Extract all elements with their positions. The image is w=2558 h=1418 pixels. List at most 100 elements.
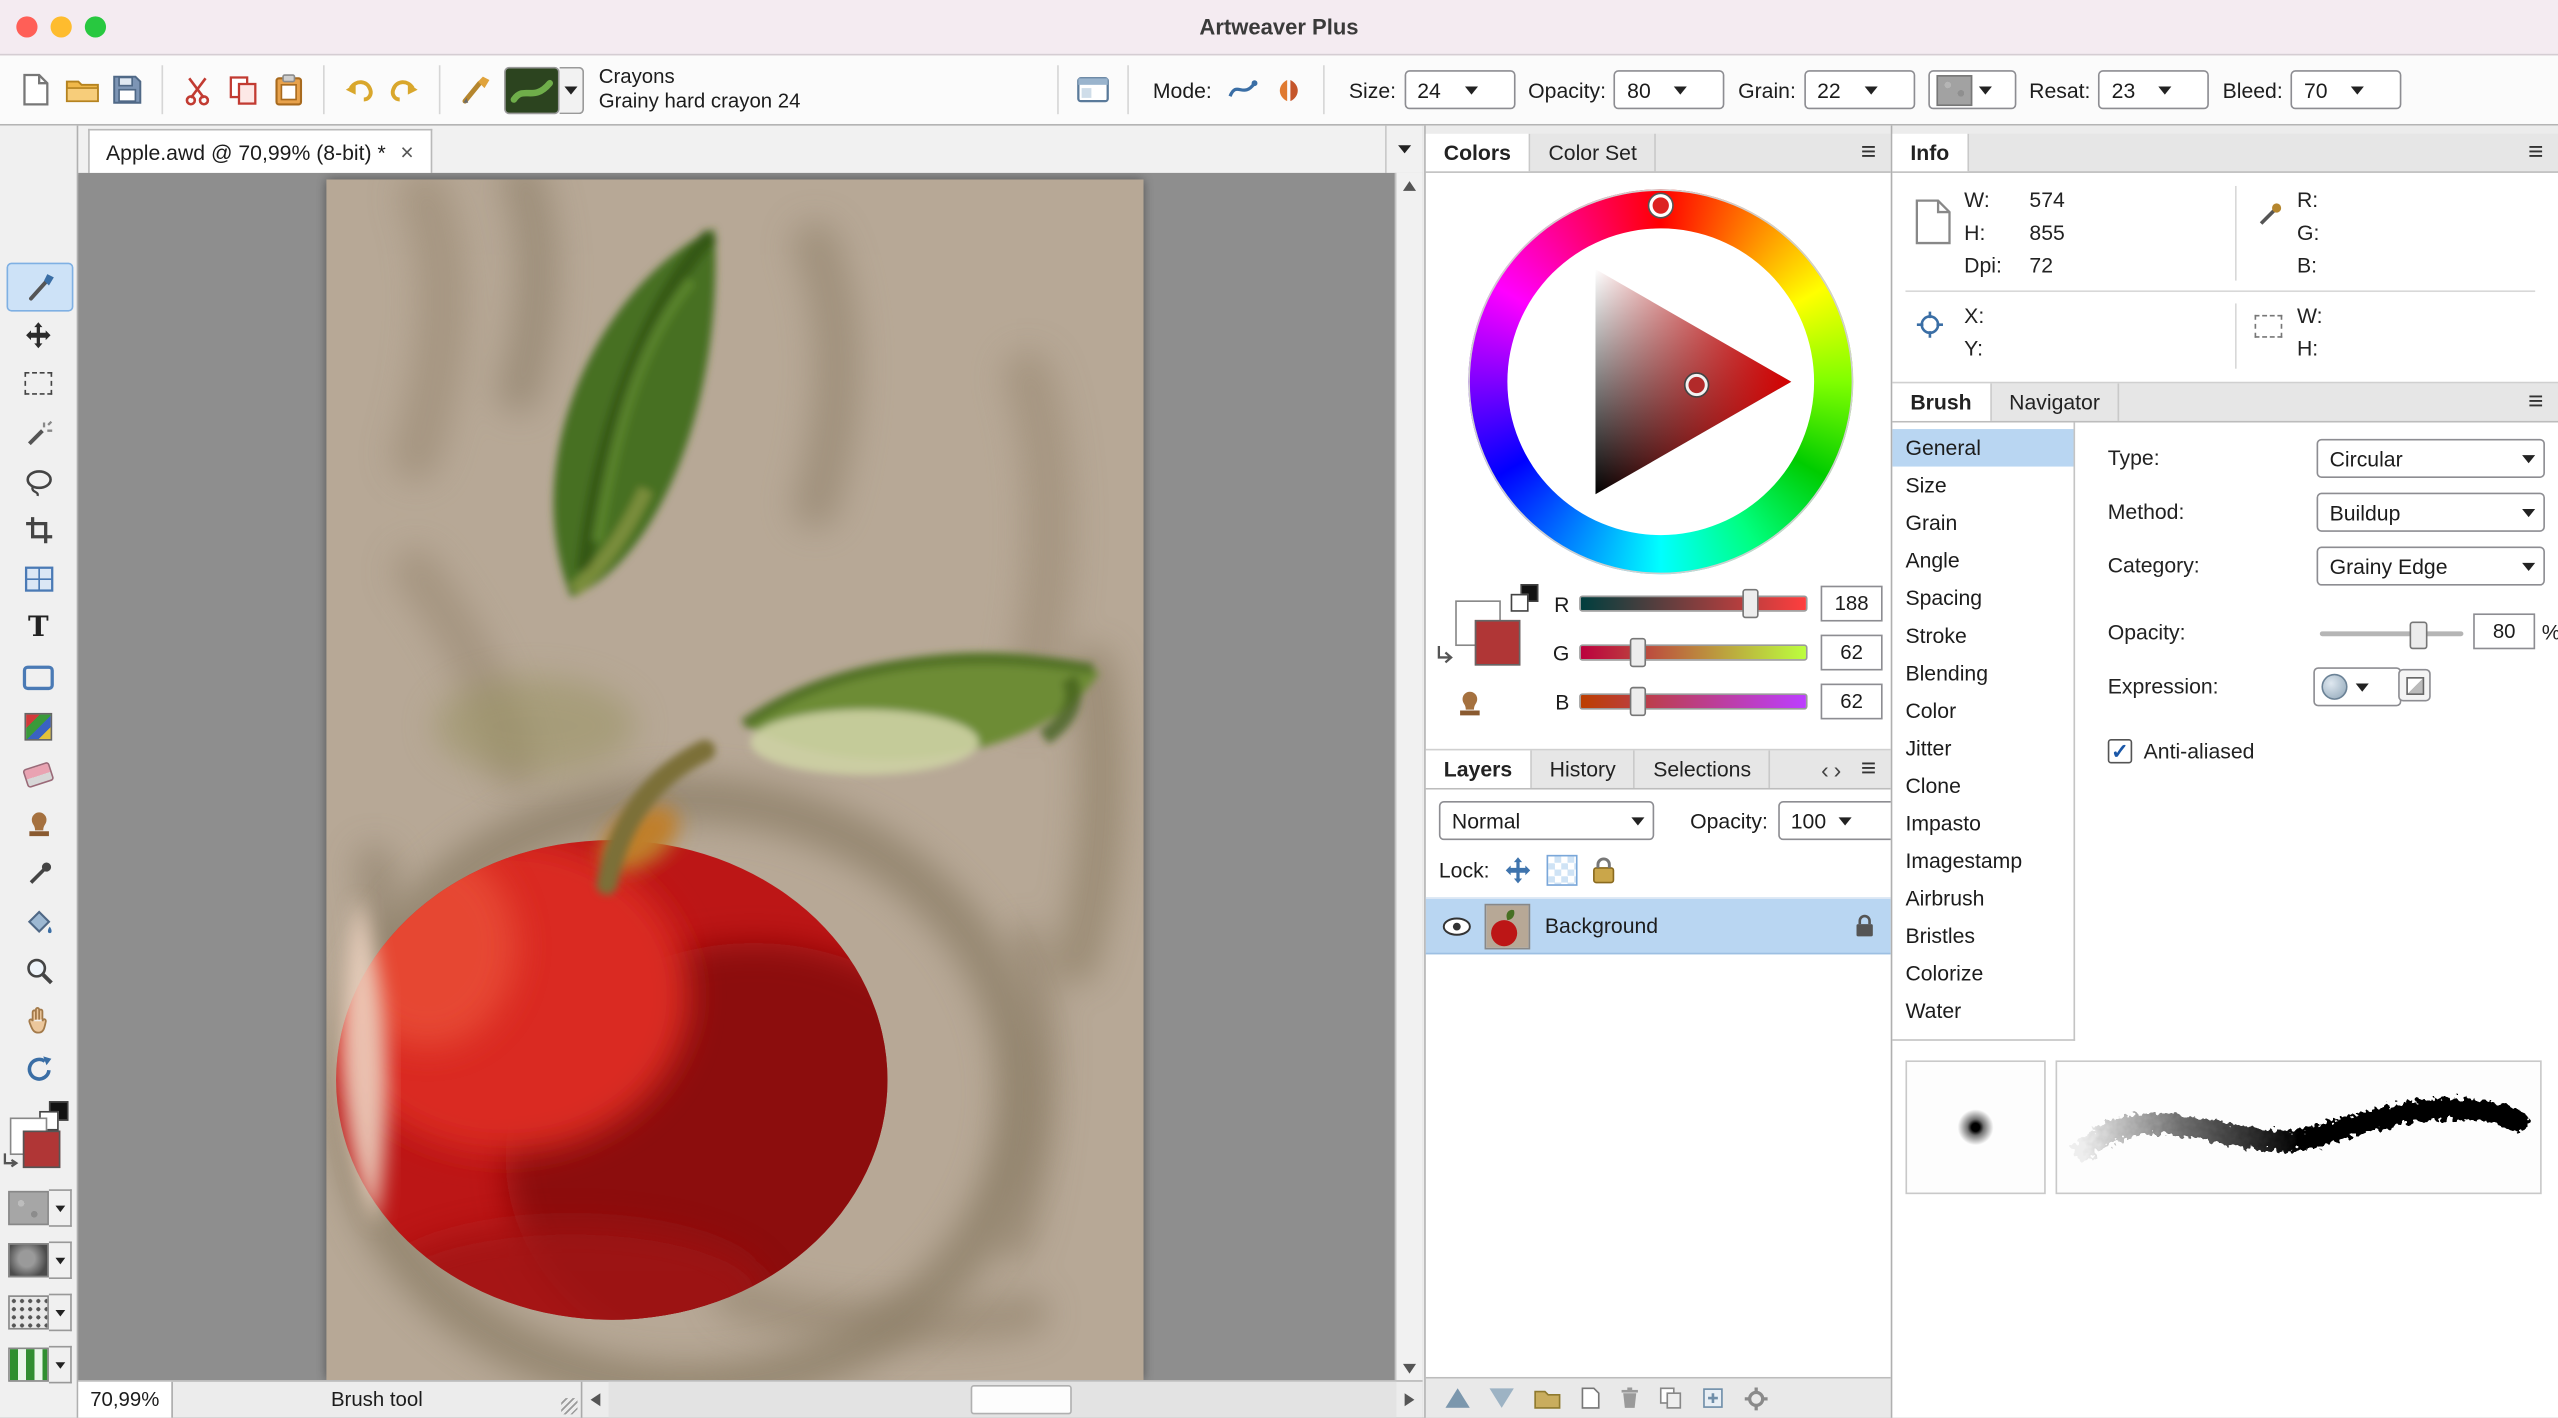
- blend-mode-combo[interactable]: Normal: [1439, 801, 1654, 840]
- brush-cat-bristles[interactable]: Bristles: [1892, 917, 2073, 955]
- scroll-right-button[interactable]: [1396, 1382, 1422, 1418]
- brush-dialog-button[interactable]: [1070, 67, 1116, 113]
- layer-settings-gear-icon[interactable]: [1744, 1386, 1768, 1410]
- magic-wand-tool[interactable]: [7, 409, 71, 455]
- eyedropper-tool[interactable]: [7, 850, 71, 896]
- stamp-icon[interactable]: [1455, 688, 1484, 717]
- tab-navigator[interactable]: Navigator: [1991, 383, 2119, 421]
- brush-cat-water[interactable]: Water: [1892, 992, 2073, 1030]
- paper-selector-chevron[interactable]: [49, 1189, 72, 1227]
- minimize-window-button[interactable]: [51, 16, 72, 37]
- brush-method-combo[interactable]: Buildup: [2317, 493, 2545, 532]
- brush-panel-menu-icon[interactable]: ≡: [2513, 383, 2558, 421]
- flow-map-selector[interactable]: [8, 1241, 72, 1279]
- green-value-box[interactable]: 62: [1821, 635, 1883, 671]
- grid-slice-tool[interactable]: [7, 556, 71, 602]
- brush-tool[interactable]: [7, 263, 74, 312]
- tab-scroll-right-icon[interactable]: ›: [1834, 756, 1842, 782]
- tab-colors[interactable]: Colors: [1426, 134, 1531, 172]
- brush-cat-imagestamp[interactable]: Imagestamp: [1892, 842, 2073, 880]
- gradient-tool[interactable]: [7, 703, 71, 749]
- brush-cat-size[interactable]: Size: [1892, 467, 2073, 505]
- anti-aliased-checkbox[interactable]: ✓: [2108, 739, 2132, 763]
- zoom-level-box[interactable]: 70,99%: [78, 1382, 173, 1418]
- grain-combo[interactable]: 22: [1804, 70, 1915, 109]
- scroll-down-button[interactable]: [1396, 1356, 1422, 1382]
- rotate-view-tool[interactable]: [7, 1046, 71, 1092]
- hue-wheel[interactable]: [1468, 189, 1853, 574]
- eraser-tool[interactable]: [7, 752, 71, 798]
- brush-cat-angle[interactable]: Angle: [1892, 542, 2073, 580]
- brush-cat-colorize[interactable]: Colorize: [1892, 954, 2073, 992]
- red-slider-thumb[interactable]: [1743, 589, 1759, 618]
- size-combo[interactable]: 24: [1404, 70, 1515, 109]
- gradient-selector[interactable]: [8, 1346, 72, 1384]
- symmetry-mode-button[interactable]: [1266, 67, 1312, 113]
- redo-button[interactable]: [382, 67, 428, 113]
- undo-button[interactable]: [336, 67, 382, 113]
- brush-cat-general[interactable]: General: [1892, 429, 2073, 467]
- maximize-window-button[interactable]: [85, 16, 106, 37]
- brush-cat-grain[interactable]: Grain: [1892, 504, 2073, 542]
- red-slider[interactable]: [1579, 595, 1807, 611]
- default-colors-icon[interactable]: [1511, 584, 1537, 610]
- close-window-button[interactable]: [16, 16, 37, 37]
- bleed-combo[interactable]: 70: [2291, 70, 2402, 109]
- resize-grip[interactable]: [561, 1398, 577, 1414]
- paste-button[interactable]: [266, 67, 312, 113]
- lasso-tool[interactable]: [7, 458, 71, 504]
- paper-texture-combo[interactable]: [1928, 70, 2016, 109]
- blue-value-box[interactable]: 62: [1821, 684, 1883, 720]
- tab-selections[interactable]: Selections: [1635, 750, 1770, 788]
- tab-list-dropdown[interactable]: [1385, 126, 1423, 173]
- hand-tool[interactable]: [7, 997, 71, 1043]
- paper-selector[interactable]: [8, 1189, 72, 1227]
- delete-layer-trash-icon[interactable]: [1620, 1387, 1640, 1410]
- colors-panel-menu-icon[interactable]: ≡: [1846, 134, 1891, 172]
- swap-colors-icon[interactable]: [2, 1150, 22, 1170]
- brush-preset-picker[interactable]: Crayons Grainy hard crayon 24: [504, 65, 800, 114]
- new-layer-icon[interactable]: [1581, 1387, 1601, 1410]
- crop-tool[interactable]: [7, 507, 71, 553]
- tab-color-set[interactable]: Color Set: [1531, 134, 1657, 172]
- document-tab[interactable]: Apple.awd @ 70,99% (8-bit) * ×: [88, 129, 432, 173]
- brush-cat-spacing[interactable]: Spacing: [1892, 579, 2073, 617]
- brush-cat-airbrush[interactable]: Airbrush: [1892, 879, 2073, 917]
- open-file-button[interactable]: [59, 67, 105, 113]
- opacity-combo[interactable]: 80: [1614, 70, 1725, 109]
- zoom-tool[interactable]: [7, 948, 71, 994]
- lock-transparency-icon[interactable]: [1547, 854, 1578, 885]
- close-tab-icon[interactable]: ×: [400, 139, 413, 165]
- blue-slider[interactable]: [1579, 693, 1807, 709]
- hue-marker[interactable]: [1649, 194, 1672, 217]
- flow-map-selector-chevron[interactable]: [49, 1241, 72, 1279]
- brush-cat-impasto[interactable]: Impasto: [1892, 804, 2073, 842]
- layer-opacity-combo[interactable]: 100: [1778, 801, 1895, 840]
- tab-layers[interactable]: Layers: [1426, 750, 1532, 788]
- brush-cat-blending[interactable]: Blending: [1892, 654, 2073, 692]
- canvas-viewport[interactable]: [78, 173, 1396, 1382]
- layers-panel-menu-icon[interactable]: ≡: [1846, 750, 1891, 788]
- cut-button[interactable]: [175, 67, 221, 113]
- brush-opacity-slider[interactable]: [2320, 631, 2464, 636]
- layer-row-background[interactable]: Background: [1426, 897, 1891, 954]
- duplicate-layer-icon[interactable]: [1659, 1387, 1682, 1410]
- brush-preset-dropdown[interactable]: [560, 66, 584, 113]
- move-layer-down-icon[interactable]: [1489, 1388, 1513, 1408]
- brush-type-combo[interactable]: Circular: [2317, 439, 2545, 478]
- brush-tool-toolbar-button[interactable]: [452, 67, 498, 113]
- expression-combo[interactable]: [2313, 667, 2401, 706]
- move-tool[interactable]: [7, 312, 71, 358]
- text-tool[interactable]: T: [7, 605, 71, 651]
- horizontal-scroll-thumb[interactable]: [971, 1385, 1072, 1414]
- rect-select-tool[interactable]: [7, 361, 71, 407]
- copy-button[interactable]: [220, 67, 266, 113]
- clone-stamp-tool[interactable]: [7, 801, 71, 847]
- canvas-artwork[interactable]: [326, 179, 1143, 1380]
- move-layer-up-icon[interactable]: [1445, 1388, 1469, 1408]
- scroll-up-button[interactable]: [1396, 173, 1422, 199]
- brush-cat-clone[interactable]: Clone: [1892, 767, 2073, 805]
- pattern-selector[interactable]: [8, 1294, 72, 1332]
- layer-visibility-eye-icon[interactable]: [1442, 916, 1471, 936]
- red-value-box[interactable]: 188: [1821, 586, 1883, 622]
